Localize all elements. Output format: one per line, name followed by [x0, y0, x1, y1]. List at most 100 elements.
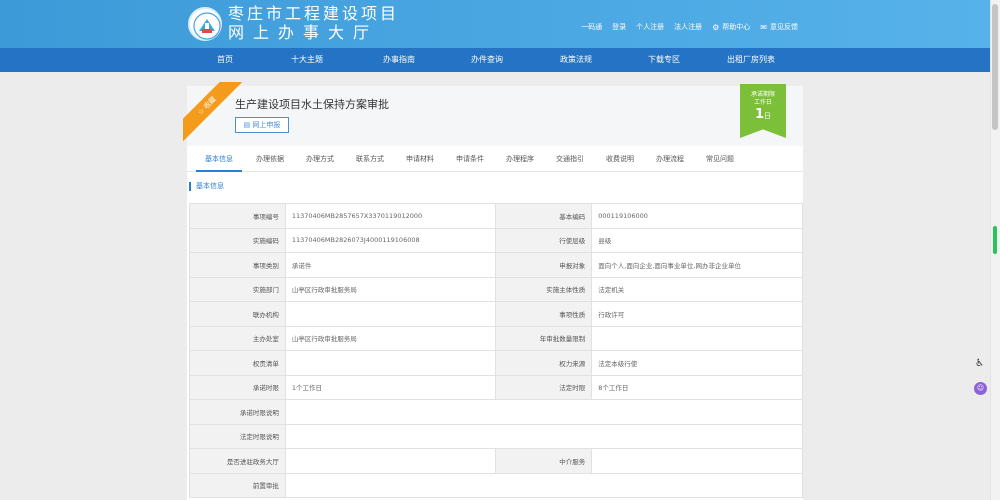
- site-name: 枣庄市工程建设项目 网上办事大厅: [228, 4, 399, 42]
- nav-guide[interactable]: 办事指南: [354, 48, 444, 72]
- field-label: 实施主体性质: [495, 276, 593, 302]
- nav-ten-themes[interactable]: 十大主题: [262, 48, 352, 72]
- top-link-feedback[interactable]: ✉ 意见反馈: [760, 22, 798, 32]
- field-value: 山亭区行政审批服务局: [284, 276, 497, 302]
- field-value: [284, 350, 497, 376]
- nav-downloads[interactable]: 下载专区: [619, 48, 709, 72]
- scroll-position-marker: [993, 226, 997, 254]
- scrollbar-thumb[interactable]: [992, 4, 998, 130]
- field-label: 法定时限说明: [189, 423, 286, 449]
- emblem-icon: [193, 12, 221, 40]
- gear-icon: ⚙: [712, 22, 720, 32]
- field-value: 行政许可: [591, 301, 803, 327]
- site-name-line1: 枣庄市工程建设项目: [228, 4, 400, 23]
- field-value: 1个工作日: [284, 374, 497, 400]
- field-value: [284, 423, 804, 449]
- active-tab-underline: [196, 170, 242, 172]
- field-label: 中介服务: [495, 448, 593, 474]
- field-label: 承诺时限说明: [189, 399, 286, 425]
- field-label: 主办处室: [189, 325, 286, 351]
- top-link-yimatong[interactable]: 一码通: [581, 22, 602, 32]
- field-value: 承诺件: [284, 252, 497, 278]
- site-logo[interactable]: [188, 7, 222, 41]
- field-value: 法定机关: [591, 276, 803, 302]
- table-row: 是否进驻政务大厅 中介服务: [189, 448, 803, 474]
- field-label: 行使层级: [495, 227, 593, 253]
- detail-tabs: 基本信息 办理依据 办理方式 联系方式 申请材料 申请条件 办理程序 交通指引 …: [187, 146, 803, 172]
- badge-days: 1日: [754, 107, 772, 122]
- top-link-personal-register[interactable]: 个人注册: [636, 22, 664, 32]
- accessibility-icon[interactable]: ♿: [975, 358, 984, 369]
- nav-rental-list[interactable]: 出租厂房列表: [706, 48, 796, 72]
- tab-procedure[interactable]: 办理程序: [495, 146, 545, 172]
- table-row: 主办处室 山亭区行政审批服务局 年审批数量限制: [189, 325, 803, 351]
- top-link-help[interactable]: ⚙ 帮助中心: [712, 22, 750, 32]
- table-row: 事项类别 承诺件 申报对象 面向个人,面向企业,面向事业单位,网办非企业单位: [189, 252, 803, 278]
- field-label: 承诺时限: [189, 374, 286, 400]
- field-label: 法定时限: [495, 374, 593, 400]
- tab-method[interactable]: 办理方式: [295, 146, 345, 172]
- nav-query[interactable]: 办件查询: [442, 48, 532, 72]
- site-name-line2: 网上办事大厅: [228, 23, 379, 42]
- tab-fees[interactable]: 收费说明: [595, 146, 645, 172]
- site-header: 枣庄市工程建设项目 网上办事大厅 一码通 登录 个人注册 法人注册 ⚙ 帮助中心 …: [0, 0, 990, 48]
- field-value: [284, 472, 804, 498]
- field-label: 年审批数量限制: [495, 325, 593, 351]
- field-label: 权责清单: [189, 350, 286, 376]
- nav-policy[interactable]: 政策法规: [531, 48, 621, 72]
- table-row: 实施部门 山亭区行政审批服务局 实施主体性质 法定机关: [189, 276, 803, 302]
- field-label: 是否进驻政务大厅: [189, 448, 286, 474]
- item-title-area: ☆ 收藏 生产建设项目水土保持方案审批 ▤ 网上申报 承诺期限 工作日 1日: [183, 82, 803, 146]
- nav-home[interactable]: 首页: [180, 48, 270, 72]
- top-links: 一码通 登录 个人注册 法人注册 ⚙ 帮助中心 ✉ 意见反馈: [581, 22, 798, 32]
- online-apply-button[interactable]: ▤ 网上申报: [235, 117, 289, 133]
- promise-deadline-badge: 承诺期限 工作日 1日: [740, 84, 786, 138]
- tab-conditions[interactable]: 申请条件: [445, 146, 495, 172]
- field-value: [284, 301, 497, 327]
- top-link-corporate-register[interactable]: 法人注册: [674, 22, 702, 32]
- table-row: 实施编码 11370406MB2826073J4000119106008 行使层级县…: [189, 227, 803, 253]
- field-value: 000119106000: [591, 203, 803, 229]
- document-icon: ▤: [243, 121, 251, 129]
- field-value: 法定本级行使: [591, 350, 803, 376]
- top-link-login[interactable]: 登录: [612, 22, 626, 32]
- field-value: 面向个人,面向企业,面向事业单位,网办非企业单位: [591, 252, 803, 278]
- section-title: 基本信息: [189, 182, 224, 191]
- favorite-ribbon-label: ☆ 收藏: [183, 82, 243, 142]
- tab-faq[interactable]: 常见问题: [695, 146, 745, 172]
- item-title: 生产建设项目水土保持方案审批: [235, 98, 389, 111]
- field-label: 实施编码: [189, 227, 286, 253]
- main-nav: 首页 十大主题 办事指南 办件查询 政策法规 下载专区 出租厂房列表: [0, 48, 990, 72]
- basic-info-table: 事项编号 11370406MB2857657X3370119012000 基本编码 0…: [189, 203, 804, 498]
- field-label: 事项性质: [495, 301, 593, 327]
- field-label: 权力来源: [495, 350, 593, 376]
- field-label: 前置审批: [189, 472, 286, 498]
- favorite-ribbon[interactable]: ☆ 收藏: [183, 82, 243, 142]
- field-value: 县级: [591, 227, 803, 253]
- field-value: 山亭区行政审批服务局: [284, 325, 497, 351]
- badge-label: 承诺期限: [750, 91, 775, 98]
- table-row: 事项编号 11370406MB2857657X3370119012000 基本编码 0…: [189, 203, 803, 229]
- tab-contact[interactable]: 联系方式: [345, 146, 395, 172]
- table-row: 承诺时限 1个工作日 法定时限 8个工作日: [189, 374, 803, 400]
- field-value: 11370406MB2857657X3370119012000: [284, 203, 497, 229]
- tab-basic-info[interactable]: 基本信息: [194, 146, 244, 172]
- field-value: [284, 399, 804, 425]
- field-label: 基本编码: [495, 203, 593, 229]
- tab-materials[interactable]: 申请材料: [395, 146, 445, 172]
- chat-assistant-icon[interactable]: ☺: [974, 382, 987, 395]
- tab-traffic[interactable]: 交通指引: [545, 146, 595, 172]
- field-label: 事项类别: [189, 252, 286, 278]
- tab-basis[interactable]: 办理依据: [245, 146, 295, 172]
- field-value: [284, 448, 497, 474]
- table-row: 承诺时限说明: [189, 399, 804, 425]
- field-label: 联办机构: [189, 301, 286, 327]
- table-row: 联办机构 事项性质 行政许可: [189, 301, 803, 327]
- table-row: 法定时限说明: [189, 423, 804, 449]
- field-label: 实施部门: [189, 276, 286, 302]
- tab-flow[interactable]: 办理流程: [645, 146, 695, 172]
- field-value: [591, 448, 803, 474]
- field-value: 11370406MB2826073J4000119106008: [284, 227, 497, 253]
- item-detail-panel: ☆ 收藏 生产建设项目水土保持方案审批 ▤ 网上申报 承诺期限 工作日 1日 基…: [183, 82, 804, 500]
- field-value: 8个工作日: [591, 374, 803, 400]
